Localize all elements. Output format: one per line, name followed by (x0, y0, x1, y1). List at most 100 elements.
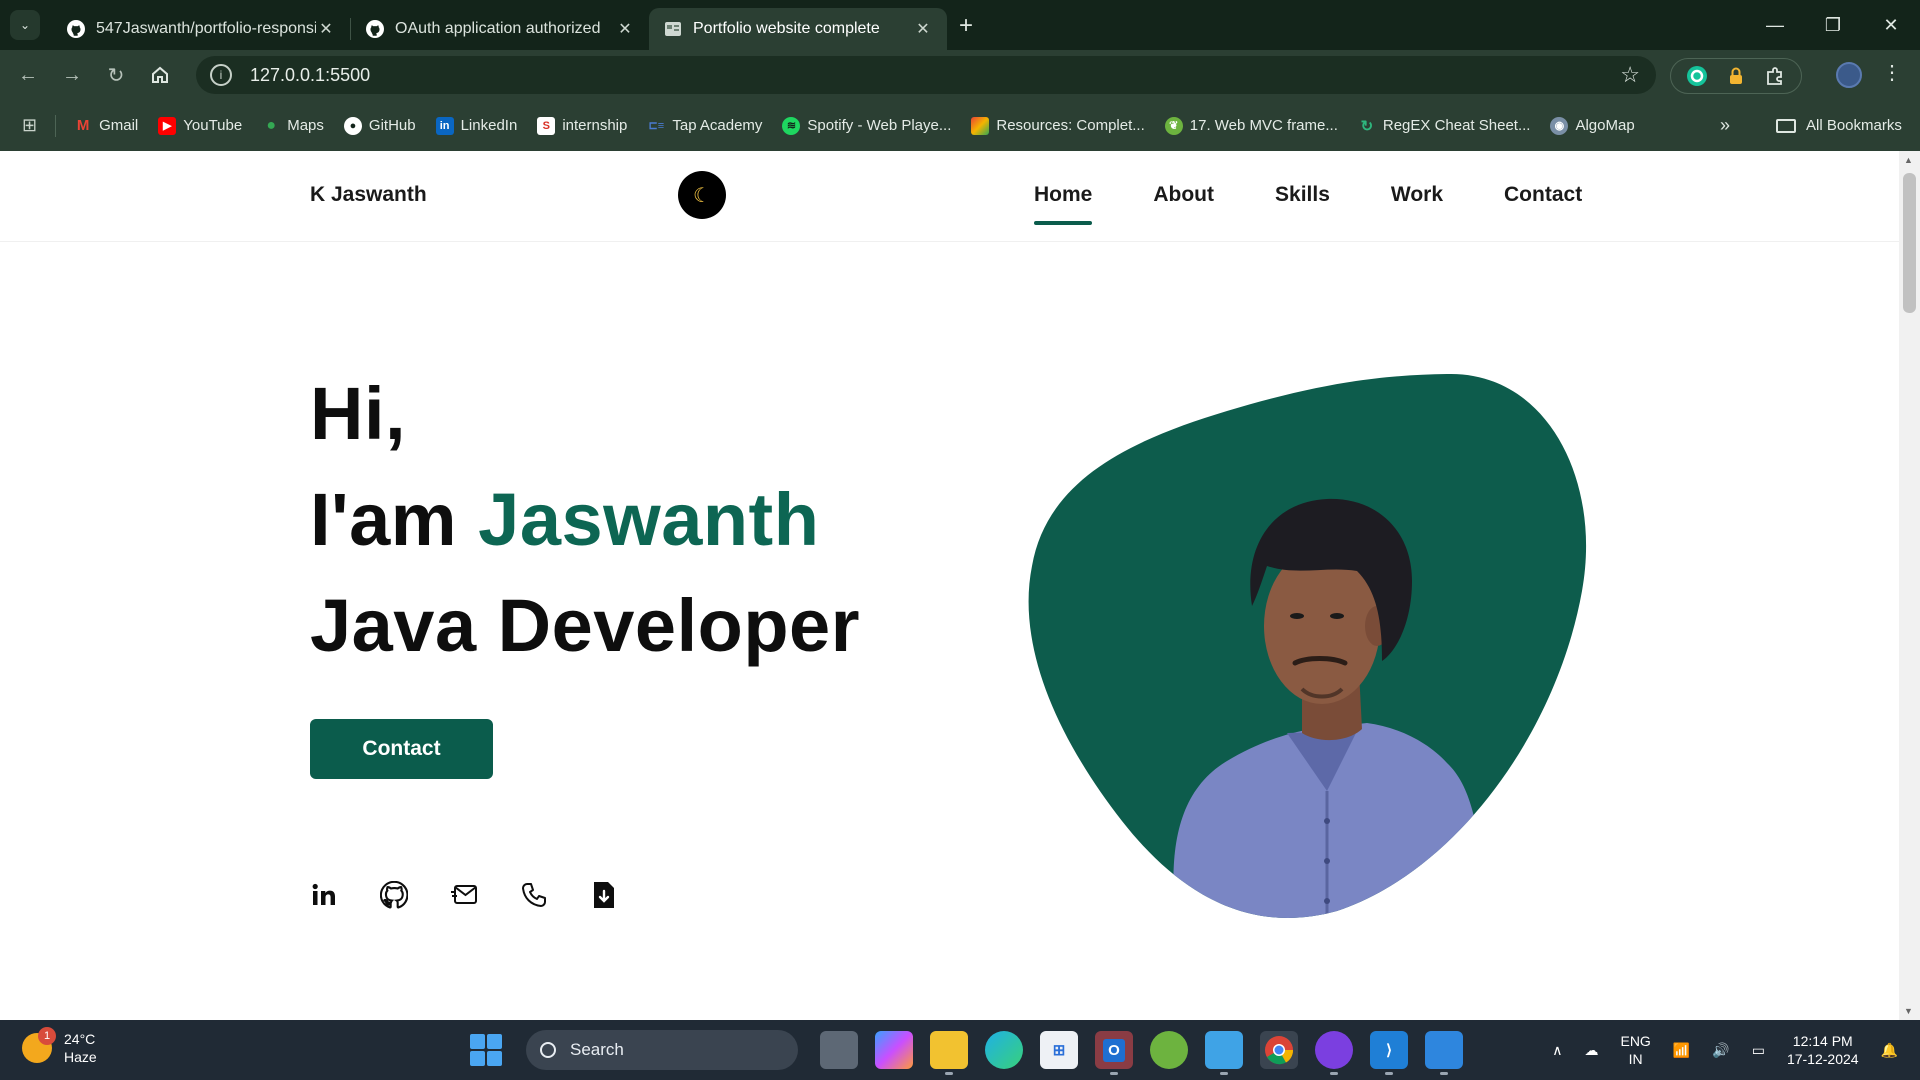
windows-start-icon[interactable] (470, 1034, 502, 1066)
site-info-icon[interactable]: i (210, 64, 232, 86)
photos-icon[interactable] (1425, 1031, 1463, 1075)
page-scrollbar[interactable]: ▲ ▼ (1899, 151, 1920, 1020)
hero-intro-line: I'am Jaswanth (310, 467, 860, 573)
site-header: K Jaswanth ☾ Home About Skills Work Cont… (0, 151, 1899, 242)
reload-icon[interactable]: ↻ (94, 55, 138, 95)
all-bookmarks-button[interactable]: All Bookmarks (1776, 117, 1902, 134)
notification-bell-icon[interactable]: 🔔 (1881, 1041, 1898, 1059)
chevron-up-icon[interactable]: ∧ (1552, 1041, 1562, 1059)
windows-taskbar: 1 24°C Haze Search ⊞ O ⟩ ∧ ☁ ENG IN 📶 🔊 … (0, 1020, 1920, 1080)
tab-github-repo[interactable]: 547Jaswanth/portfolio-responsi ✕ (52, 8, 350, 50)
taskbar-search[interactable]: Search (526, 1030, 798, 1070)
extensions-group (1670, 58, 1802, 94)
moon-icon: ☾ (693, 184, 711, 207)
weather-temperature: 24°C (64, 1031, 96, 1047)
restore-icon[interactable]: ❐ (1804, 0, 1862, 50)
regex-icon: ↻ (1360, 117, 1374, 135)
clock[interactable]: 12:14 PM 17-12-2024 (1787, 1032, 1859, 1068)
notepad-icon[interactable] (1205, 1031, 1243, 1075)
nav-skills[interactable]: Skills (1275, 183, 1330, 207)
haze-weather-icon: 1 (22, 1027, 56, 1063)
bookmark-label: 17. Web MVC frame... (1189, 117, 1338, 134)
nav-work[interactable]: Work (1391, 183, 1443, 207)
grammarly-extension-icon[interactable] (1685, 64, 1709, 88)
bookmark-regex[interactable]: ↻ RegEX Cheat Sheet... (1358, 117, 1531, 135)
bookmark-tap-academy[interactable]: ⊏≡ Tap Academy (647, 117, 763, 135)
github-icon (365, 19, 385, 39)
theme-toggle-button[interactable]: ☾ (678, 171, 726, 219)
bookmark-spotify[interactable]: ≋ Spotify - Web Playe... (782, 116, 952, 135)
wifi-icon[interactable]: 📶 (1673, 1041, 1690, 1059)
new-tab-button[interactable]: + (959, 12, 973, 40)
linkedin-icon[interactable] (310, 881, 338, 909)
scroll-up-arrow-icon[interactable]: ▲ (1904, 155, 1913, 165)
bookmark-maps[interactable]: ● Maps (262, 117, 324, 135)
scrollbar-thumb[interactable] (1903, 173, 1916, 313)
lock-extension-icon[interactable] (1724, 64, 1748, 88)
more-menu-icon[interactable]: ⋮ (1882, 60, 1902, 85)
bookmark-resources[interactable]: Resources: Complet... (971, 116, 1145, 135)
nav-about[interactable]: About (1153, 183, 1214, 207)
bookmark-web-mvc[interactable]: ❦ 17. Web MVC frame... (1164, 116, 1338, 135)
mail-icon[interactable] (450, 881, 478, 909)
bookmark-label: AlgoMap (1575, 117, 1635, 134)
bookmark-label: LinkedIn (460, 117, 518, 134)
bookmark-linkedin[interactable]: in LinkedIn (435, 116, 518, 135)
github-icon[interactable] (380, 881, 408, 909)
scroll-down-arrow-icon[interactable]: ▼ (1904, 1006, 1913, 1016)
phone-icon[interactable] (520, 881, 548, 909)
bookmark-youtube[interactable]: ▶ YouTube (158, 116, 242, 135)
onedrive-cloud-icon[interactable]: ☁ (1584, 1041, 1598, 1059)
taskbar-apps: Search ⊞ O ⟩ (470, 1028, 1480, 1075)
volume-icon[interactable]: 🔊 (1712, 1041, 1729, 1059)
tab-search-button[interactable]: ⌄ (10, 10, 40, 40)
nav-contact[interactable]: Contact (1504, 183, 1582, 207)
address-bar[interactable]: i 127.0.0.1:5500 ☆ (196, 56, 1656, 94)
tab-portfolio[interactable]: Portfolio website complete ✕ (649, 8, 947, 50)
nav-home[interactable]: Home (1034, 183, 1093, 225)
forward-arrow-icon[interactable]: → (50, 55, 94, 95)
back-arrow-icon[interactable]: ← (6, 55, 50, 95)
task-view-icon[interactable] (820, 1031, 858, 1069)
page-viewport: K Jaswanth ☾ Home About Skills Work Cont… (0, 151, 1899, 1020)
close-icon[interactable]: ✕ (316, 19, 336, 39)
site-logo[interactable]: K Jaswanth (310, 183, 427, 207)
language-indicator[interactable]: ENG IN (1620, 1032, 1650, 1068)
profile-avatar[interactable] (1836, 62, 1862, 88)
more-bookmarks-chevron-icon[interactable]: » (1720, 115, 1730, 136)
extensions-puzzle-icon[interactable] (1763, 64, 1787, 88)
close-icon[interactable]: ✕ (913, 19, 933, 39)
spring-tools-icon[interactable] (1150, 1031, 1188, 1069)
bookmark-gmail[interactable]: M Gmail (74, 117, 138, 135)
edge-icon[interactable] (985, 1031, 1023, 1069)
contact-button[interactable]: Contact (310, 719, 493, 779)
bookmark-github[interactable]: ● GitHub (343, 116, 416, 135)
browser-toolbar: ← → ↻ i 127.0.0.1:5500 ☆ ⋮ (0, 50, 1920, 100)
outlook-icon[interactable]: O (1095, 1031, 1133, 1075)
copilot-icon[interactable] (875, 1031, 913, 1069)
tab-oauth[interactable]: OAuth application authorized ✕ (351, 8, 649, 50)
hero-greeting: Hi, (310, 372, 407, 455)
close-icon[interactable]: ✕ (615, 19, 635, 39)
chrome-icon[interactable] (1260, 1031, 1298, 1069)
bookmark-internship[interactable]: Sinternship (537, 116, 627, 135)
bookmark-label: Gmail (99, 117, 139, 134)
bookmark-algomap[interactable]: ◉ AlgoMap (1550, 116, 1635, 135)
microsoft-store-icon[interactable]: ⊞ (1040, 1031, 1078, 1069)
bookmark-label: Spotify - Web Playe... (807, 117, 952, 134)
github-desktop-icon[interactable] (1315, 1031, 1353, 1075)
download-resume-icon[interactable] (590, 881, 618, 909)
region-code: IN (1628, 1051, 1643, 1067)
bookmark-star-icon[interactable]: ☆ (1620, 62, 1640, 88)
spotify-icon: ≋ (782, 116, 801, 135)
close-window-icon[interactable]: ✕ (1862, 0, 1920, 50)
minimize-icon[interactable]: — (1746, 0, 1804, 50)
home-icon[interactable] (138, 55, 182, 95)
vscode-icon[interactable]: ⟩ (1370, 1031, 1408, 1075)
apps-grid-icon[interactable]: ⊞ (22, 115, 37, 136)
file-explorer-icon[interactable] (930, 1031, 968, 1075)
weather-widget[interactable]: 1 24°C Haze (22, 1027, 97, 1066)
folder-icon (1776, 118, 1796, 133)
resources-icon (971, 116, 990, 135)
battery-icon[interactable]: ▭ (1752, 1041, 1765, 1059)
